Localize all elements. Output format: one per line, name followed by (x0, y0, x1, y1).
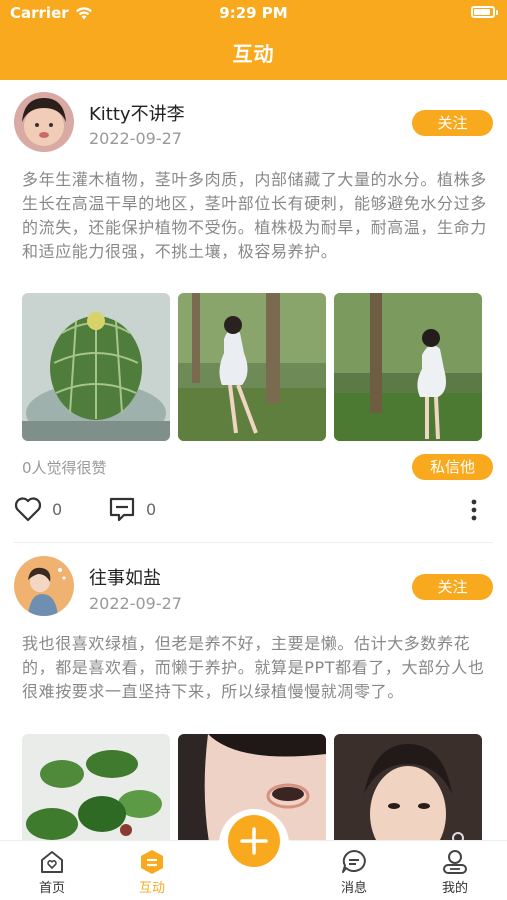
home-icon (41, 851, 63, 873)
follow-button[interactable]: 关注 (412, 110, 493, 136)
post-username[interactable]: Kitty不讲李 (89, 100, 185, 126)
message-him-button[interactable]: 私信他 (412, 454, 493, 480)
post-photo[interactable] (178, 293, 326, 441)
like-button[interactable]: 0 (14, 496, 62, 522)
tab-home[interactable]: 首页 (12, 841, 92, 900)
tab-label: 消息 (340, 881, 367, 896)
page-title: 互动 (232, 42, 275, 66)
post-photo[interactable] (22, 734, 170, 840)
plus-icon (240, 827, 268, 855)
post-photo[interactable] (334, 734, 482, 840)
tab-label: 首页 (38, 881, 65, 896)
post-card: 往事如盐 2022-09-27 关注 我也很喜欢绿植，但老是养不好，主要是懒。估… (0, 546, 507, 840)
battery-icon (471, 6, 498, 18)
tab-label: 互动 (138, 881, 165, 896)
status-bar: Carrier 9:29 PM (0, 4, 507, 24)
post-card: Kitty不讲李 2022-09-27 关注 多年生灌木植物，茎叶多肉质，内部储… (0, 80, 507, 545)
message-icon (342, 850, 366, 873)
post-text: 我也很喜欢绿植，但老是养不好，主要是懒。估计大多数养花的，都是喜欢看，而懒于养护… (22, 634, 485, 701)
post-photos (22, 293, 482, 441)
tab-messages[interactable]: 消息 (314, 841, 394, 900)
follow-button[interactable]: 关注 (412, 574, 493, 600)
avatar[interactable] (14, 92, 74, 152)
post-divider (14, 542, 493, 543)
more-options-icon[interactable] (471, 499, 477, 521)
tab-label: 我的 (441, 881, 468, 896)
post-date: 2022-09-27 (89, 129, 182, 148)
top-header: Carrier 9:29 PM 互动 (0, 0, 507, 80)
add-post-button[interactable] (228, 815, 280, 867)
tab-profile[interactable]: 我的 (415, 841, 495, 900)
post-username[interactable]: 往事如盐 (89, 564, 161, 590)
post-photo[interactable] (334, 293, 482, 441)
comment-count: 0 (146, 499, 157, 519)
comment-button[interactable]: 0 (108, 496, 156, 522)
avatar[interactable] (14, 556, 74, 616)
feed-list[interactable]: Kitty不讲李 2022-09-27 关注 多年生灌木植物，茎叶多肉质，内部储… (0, 80, 507, 840)
post-date: 2022-09-27 (89, 594, 182, 613)
status-time: 9:29 PM (219, 4, 288, 22)
tab-interact[interactable]: 互动 (112, 841, 192, 900)
post-photo[interactable] (22, 293, 170, 441)
comment-icon (109, 497, 135, 522)
like-count: 0 (52, 499, 63, 519)
interact-icon (141, 850, 163, 874)
likes-summary: 0人觉得很赞 (22, 459, 107, 477)
heart-icon (14, 497, 42, 522)
profile-icon (443, 850, 467, 874)
post-text: 多年生灌木植物，茎叶多肉质，内部储藏了大量的水分。植株多生长在高温干旱的地区，茎… (22, 170, 487, 261)
bottom-tab-bar: 首页 互动 消息 我的 (0, 809, 507, 900)
